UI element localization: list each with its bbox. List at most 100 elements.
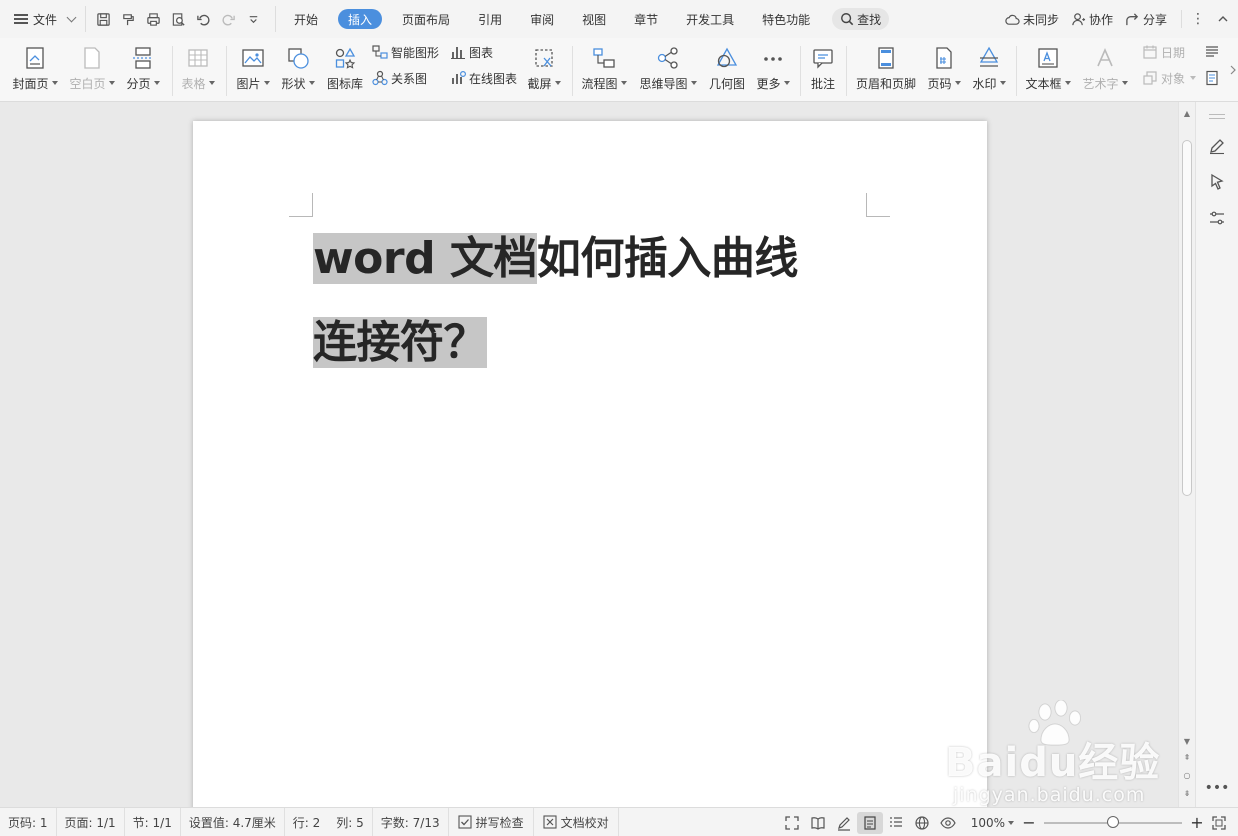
- shape-button[interactable]: 形状: [279, 38, 317, 102]
- date-button[interactable]: 日期: [1142, 42, 1185, 62]
- tab-features[interactable]: 特色功能: [748, 9, 824, 29]
- tab-developer[interactable]: 开发工具: [672, 9, 748, 29]
- select-cursor-icon[interactable]: [1207, 172, 1227, 192]
- write-mode-icon[interactable]: [831, 808, 857, 836]
- status-word-count[interactable]: 字数: 7/13: [373, 807, 449, 836]
- online-chart-icon: [452, 71, 466, 84]
- quick-access-toolbar: [85, 6, 275, 32]
- heading-text-rest[interactable]: 如何插入曲线: [537, 233, 799, 284]
- spell-check-button[interactable]: 拼写检查: [449, 807, 534, 836]
- tab-review[interactable]: 审阅: [516, 9, 568, 29]
- settings-sliders-icon[interactable]: [1207, 208, 1227, 228]
- more-button[interactable]: 更多: [754, 38, 792, 102]
- edit-pen-icon[interactable]: [1207, 136, 1227, 156]
- status-row[interactable]: 行: 2: [285, 808, 329, 836]
- chevron-up-icon: [1218, 16, 1228, 22]
- proofread-label: 文档校对: [560, 815, 609, 830]
- eye-protection-icon[interactable]: [935, 808, 961, 836]
- format-painter-icon[interactable]: [121, 12, 136, 27]
- tab-references[interactable]: 引用: [464, 9, 516, 29]
- document-heading[interactable]: word 文档如何插入曲线 连接符？: [313, 217, 873, 385]
- vertical-scrollbar[interactable]: ▲ ▼ ⇞ ○ ⇟: [1178, 102, 1195, 807]
- proofread-button[interactable]: 文档校对: [534, 807, 619, 836]
- search-button[interactable]: 查找: [832, 8, 890, 30]
- table-button[interactable]: 表格: [178, 38, 218, 102]
- fullscreen-icon[interactable]: [779, 808, 805, 836]
- object-button[interactable]: 对象: [1142, 68, 1197, 88]
- document-page[interactable]: word 文档如何插入曲线 连接符？: [193, 121, 987, 807]
- scrollbar-thumb[interactable]: [1182, 140, 1192, 496]
- more-tools-icon[interactable]: •••: [1205, 778, 1230, 798]
- zoom-in-button[interactable]: +: [1188, 813, 1206, 832]
- web-view-icon[interactable]: [909, 808, 935, 836]
- status-setting-value[interactable]: 设置值: 4.7厘米: [181, 807, 285, 836]
- status-page-number[interactable]: 页码: 1: [0, 807, 57, 836]
- blank-page-button[interactable]: 空白页: [66, 38, 118, 102]
- scroll-down-icon[interactable]: ▼: [1183, 738, 1191, 746]
- sync-button[interactable]: 未同步: [1005, 11, 1059, 28]
- selected-text[interactable]: word 文档: [313, 233, 537, 284]
- print-preview-icon[interactable]: [171, 12, 186, 27]
- next-page-icon[interactable]: ⇟: [1183, 790, 1191, 798]
- zoom-slider-knob[interactable]: [1107, 815, 1119, 828]
- fit-page-icon[interactable]: [1206, 808, 1232, 836]
- collaborate-button[interactable]: 协作: [1071, 11, 1113, 28]
- calendar-icon: [1143, 45, 1157, 59]
- mind-map-button[interactable]: 思维导图: [638, 38, 698, 102]
- undo-icon[interactable]: [196, 12, 211, 27]
- zoom-out-button[interactable]: −: [1020, 813, 1038, 832]
- table-icon: [188, 49, 208, 67]
- more-options-icon[interactable]: ⋮: [1188, 11, 1208, 27]
- screenshot-button[interactable]: 截屏: [526, 38, 562, 102]
- divider: [226, 46, 227, 96]
- icon-library-button[interactable]: 图标库: [325, 38, 365, 102]
- document-parts-button[interactable]: [1204, 68, 1220, 88]
- watermark-text: Baidu经验: [945, 740, 1161, 786]
- ribbon-scroll-right-icon[interactable]: [1228, 64, 1238, 76]
- chart-button[interactable]: 图表: [450, 42, 493, 62]
- status-right: 100% − +: [779, 808, 1238, 836]
- text-box-button[interactable]: 文本框: [1024, 38, 1072, 102]
- collapse-ribbon-button[interactable]: [1208, 0, 1238, 38]
- tab-insert[interactable]: 插入: [338, 9, 383, 29]
- relation-chart-button[interactable]: 关系图: [372, 68, 427, 88]
- text-direction-button[interactable]: [1204, 42, 1220, 62]
- word-art-button[interactable]: 艺术字: [1081, 38, 1129, 102]
- scroll-up-icon[interactable]: ▲: [1183, 110, 1191, 118]
- smart-art-button[interactable]: 智能图形: [372, 42, 439, 62]
- page-view-icon[interactable]: [856, 811, 883, 834]
- status-pages[interactable]: 页面: 1/1: [57, 807, 125, 836]
- redo-icon[interactable]: [221, 12, 236, 27]
- selected-text-line2[interactable]: 连接符？: [313, 317, 488, 368]
- header-footer-button[interactable]: 页眉和页脚: [853, 38, 919, 102]
- tab-home[interactable]: 开始: [280, 9, 332, 29]
- save-icon[interactable]: [96, 12, 111, 27]
- tab-section[interactable]: 章节: [620, 9, 672, 29]
- flowchart-button[interactable]: 流程图: [580, 38, 628, 102]
- status-column[interactable]: 列: 5: [328, 807, 373, 836]
- cover-page-button[interactable]: 封面页: [10, 38, 60, 102]
- online-chart-button[interactable]: 在线图表: [450, 68, 517, 88]
- previous-page-icon[interactable]: ⇞: [1183, 754, 1191, 762]
- customize-toolbar-icon[interactable]: [246, 12, 261, 27]
- comment-button[interactable]: 批注: [806, 38, 840, 102]
- word-art-label: 艺术字: [1082, 76, 1119, 91]
- page-break-button[interactable]: 分页: [123, 38, 163, 102]
- picture-button[interactable]: 图片: [234, 38, 272, 102]
- reading-mode-icon[interactable]: [805, 808, 831, 836]
- spell-check-icon: [458, 815, 472, 829]
- page-number-button[interactable]: 页码: [924, 38, 964, 102]
- outline-view-icon[interactable]: [883, 808, 909, 836]
- share-button[interactable]: 分享: [1125, 11, 1167, 28]
- flowchart-icon: [593, 48, 615, 68]
- status-section[interactable]: 节: 1/1: [125, 807, 181, 836]
- tab-page-layout[interactable]: 页面布局: [388, 9, 464, 29]
- print-icon[interactable]: [146, 12, 161, 27]
- tab-view[interactable]: 视图: [568, 9, 620, 29]
- select-browse-object-icon[interactable]: ○: [1183, 772, 1191, 780]
- geometry-button[interactable]: 几何图: [707, 38, 747, 102]
- watermark-button[interactable]: 水印: [969, 38, 1009, 102]
- file-menu[interactable]: 文件: [0, 6, 81, 32]
- zoom-slider[interactable]: [1044, 815, 1182, 828]
- zoom-level-dropdown[interactable]: 100%: [971, 816, 1014, 830]
